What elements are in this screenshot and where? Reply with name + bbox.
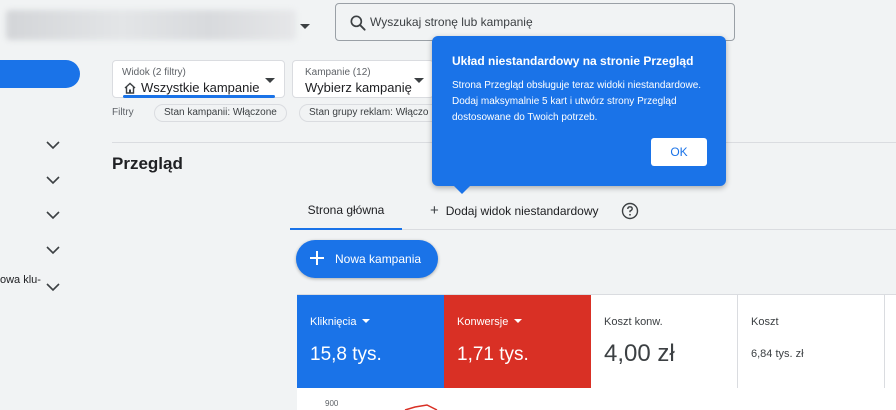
metric-value: 6,84 tys. zł [751, 348, 804, 360]
scorecards: Kliknięcia 15,8 tys. Konwersje 1,71 tys.… [297, 294, 896, 389]
view-active-underline [123, 95, 275, 98]
scorecard-cost-per-conversion[interactable]: Koszt konw. 4,00 zł [591, 295, 738, 389]
chevron-down-icon[interactable] [46, 175, 60, 185]
campaign-caption: Kampanie (12) [305, 67, 371, 78]
chevron-down-icon[interactable] [46, 282, 60, 292]
scorecard-clicks[interactable]: Kliknięcia 15,8 tys. [297, 295, 444, 389]
metric-value: 4,00 zł [604, 340, 675, 367]
new-campaign-button[interactable]: Nowa kampania [296, 240, 438, 278]
help-icon[interactable] [621, 202, 639, 220]
dropdown-caret-icon [362, 319, 371, 323]
metric-label: Konwersje [457, 316, 509, 328]
metric-label: Koszt konw. [604, 316, 663, 328]
scorecard-cost[interactable]: Koszt 6,84 tys. zł [738, 295, 885, 389]
sidebar-active-item[interactable] [0, 60, 80, 88]
campaign-selector[interactable]: Kampanie (12) Wybierz kampanię [292, 60, 434, 98]
view-caption: Widok (2 filtry) [122, 67, 186, 78]
metric-selector[interactable]: Kliknięcia [310, 316, 371, 328]
chevron-down-icon[interactable] [46, 210, 60, 220]
callout-title: Układ niestandardowy na stronie Przegląd [452, 54, 694, 68]
plus-icon [310, 251, 324, 265]
chart-series-line [404, 404, 438, 410]
filter-chip-adgroup-status[interactable]: Stan grupy reklam: Włączo [299, 104, 433, 122]
filter-chip-campaign-status[interactable]: Stan kampanii: Włączone [154, 104, 287, 122]
search-input[interactable] [370, 4, 720, 40]
view-value: Wszystkie kampanie [141, 80, 260, 95]
metric-label: Koszt [751, 316, 779, 328]
tab-active-indicator [290, 228, 402, 230]
tab-add-custom-view[interactable]: + Dodaj widok niestandardowy [430, 192, 599, 230]
campaign-value: Wybierz kampanię [305, 80, 412, 95]
ok-button[interactable]: OK [651, 138, 707, 166]
plus-icon: + [430, 202, 439, 219]
page-title: Przegląd [112, 154, 183, 173]
tab-add-label: Dodaj widok niestandardowy [445, 204, 599, 218]
performance-chart: 900 [297, 388, 896, 410]
filters-label: Filtry [112, 107, 134, 118]
callout-arrow [452, 184, 472, 194]
home-icon [124, 82, 136, 94]
sidebar-item-label[interactable]: owa klu- [0, 274, 41, 286]
metric-label: Kliknięcia [310, 316, 357, 328]
custom-layout-callout: Układ niestandardowy na stronie Przegląd… [432, 36, 726, 186]
dropdown-caret-icon [514, 319, 523, 323]
metric-value: 1,71 tys. [457, 344, 529, 365]
view-tabs: Strona główna + Dodaj widok niestandardow… [290, 192, 896, 230]
dropdown-caret-icon [265, 78, 275, 83]
account-caret-icon[interactable] [300, 24, 310, 29]
account-selector[interactable] [6, 10, 296, 40]
callout-body: Strona Przegląd obsługuje teraz widoki n… [452, 80, 702, 123]
scorecard-conversions[interactable]: Konwersje 1,71 tys. [444, 295, 591, 389]
metric-value: 15,8 tys. [310, 344, 382, 365]
dropdown-caret-icon [414, 78, 424, 83]
search-icon [350, 15, 366, 31]
chevron-down-icon[interactable] [46, 245, 60, 255]
chevron-down-icon[interactable] [46, 140, 60, 150]
tab-home[interactable]: Strona główna [290, 192, 402, 230]
view-selector[interactable]: Widok (2 filtry) Wszystkie kampanie [112, 60, 285, 98]
new-campaign-label: Nowa kampania [335, 252, 422, 266]
metric-selector[interactable]: Konwersje [457, 316, 523, 328]
